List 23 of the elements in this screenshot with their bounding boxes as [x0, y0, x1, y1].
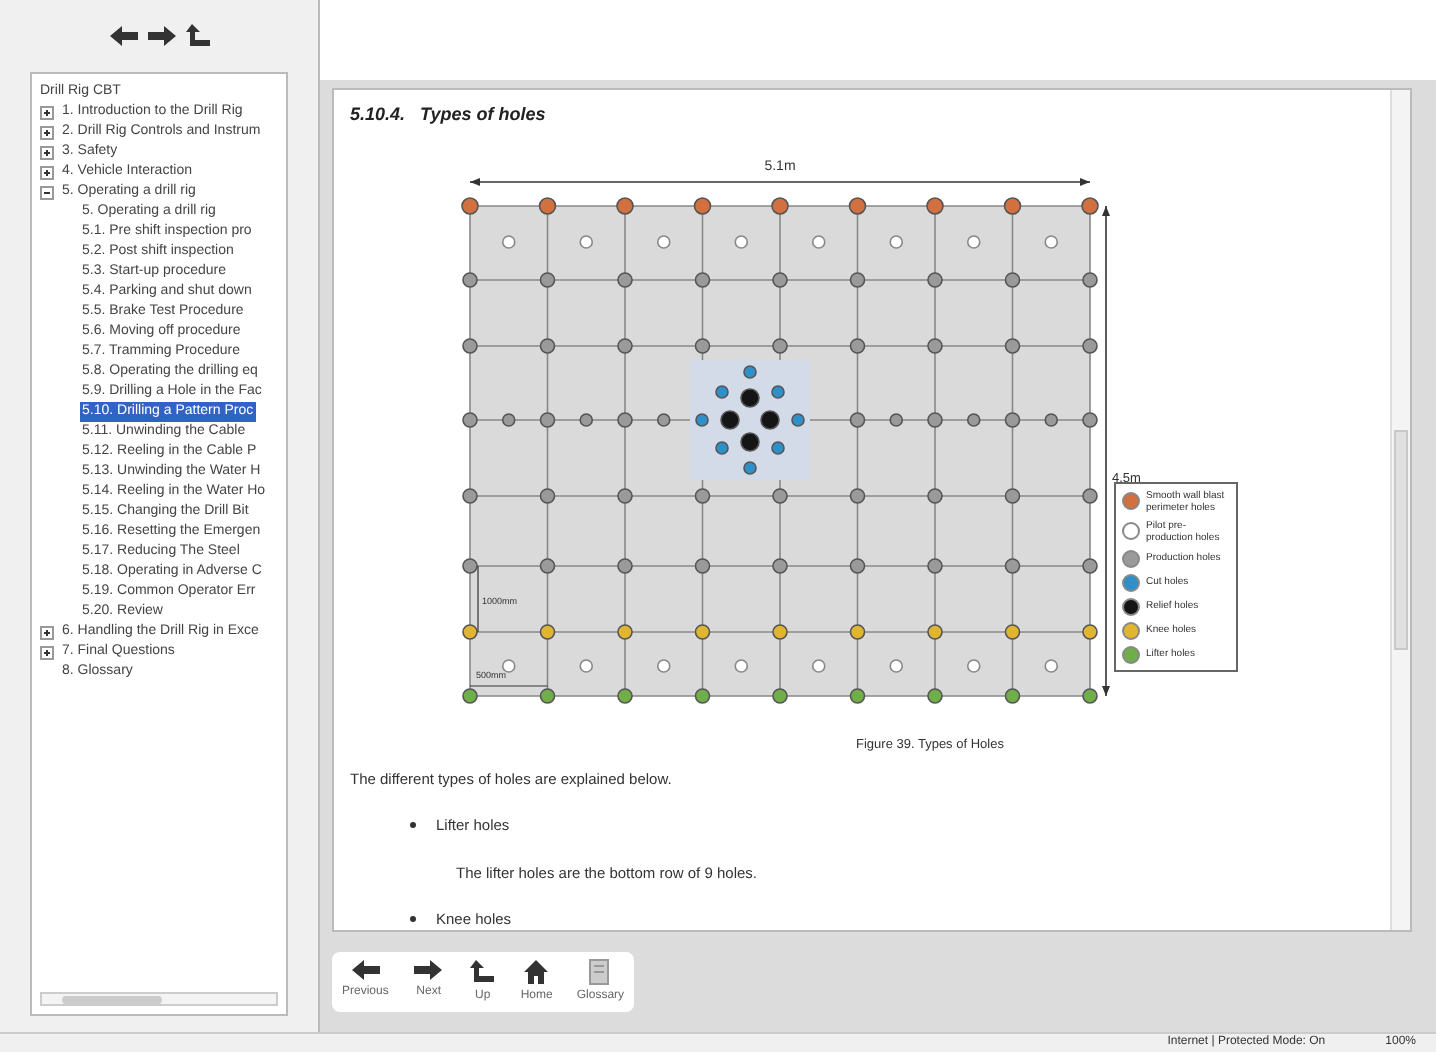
back-button[interactable]: [107, 24, 139, 48]
right-arrow-icon: [412, 958, 445, 982]
forward-button[interactable]: [145, 24, 177, 48]
section-heading: 5.10.4. Types of holes: [350, 102, 548, 128]
expand-icon[interactable]: [40, 165, 54, 179]
book-icon: [588, 958, 613, 986]
vertical-scrollbar[interactable]: [1390, 90, 1410, 930]
expand-icon[interactable]: [40, 645, 54, 659]
sync-button[interactable]: [183, 22, 211, 50]
horizontal-scrollbar[interactable]: [40, 992, 278, 1006]
expand-icon[interactable]: [40, 125, 54, 139]
expand-icon[interactable]: [40, 625, 54, 639]
collapse-icon[interactable]: [40, 185, 54, 199]
expand-icon[interactable]: [40, 105, 54, 119]
left-arrow-icon: [349, 958, 382, 982]
up-arrow-icon: [183, 22, 211, 50]
up-arrow-icon: [468, 958, 497, 986]
bullet-icon: [410, 822, 416, 829]
right-arrow-icon: [145, 24, 177, 48]
left-arrow-icon: [107, 24, 139, 48]
bullet-icon: [410, 915, 416, 922]
home-icon: [522, 958, 551, 986]
expand-icon[interactable]: [40, 145, 54, 159]
